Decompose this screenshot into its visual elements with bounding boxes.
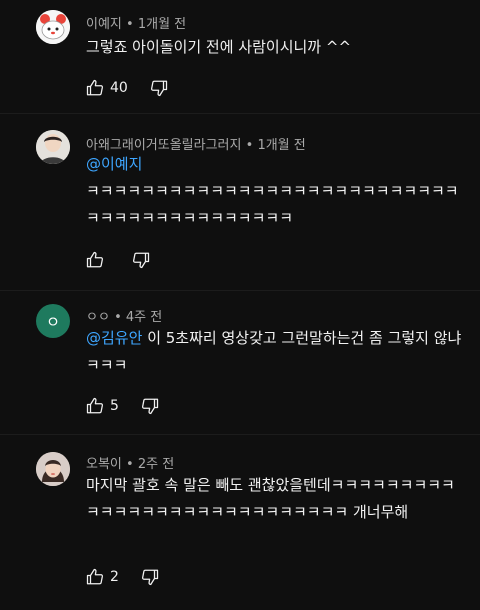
like-button[interactable]: 2 (86, 568, 119, 586)
thumbs-down-icon (132, 252, 150, 269)
comment-actions: 2 (86, 566, 159, 588)
comment-actions: 40 (86, 77, 168, 99)
comment-meta: ㅇㅇ • 4주 전 (86, 306, 162, 325)
dislike-button[interactable] (141, 568, 159, 586)
comment-time[interactable]: 2주 전 (138, 457, 174, 472)
mention-link[interactable]: @김유안 (86, 329, 142, 347)
like-count: 5 (110, 398, 119, 414)
comment-item: ㅇ ㅇㅇ • 4주 전 @김유안 이 5초짜리 영상갖고 그런말하는건 좀 그렇… (0, 292, 480, 426)
comment-text: 마지막 괄호 속 말은 빼도 괜찮았을텐데ㅋㅋㅋㅋㅋㅋㅋㅋㅋㅋㅋㅋㅋㅋㅋㅋㅋㅋㅋ… (86, 472, 460, 526)
meta-separator: • (114, 310, 122, 325)
thumbs-down-icon (150, 80, 167, 97)
comment-meta: 오복이 • 2주 전 (86, 453, 174, 472)
thumbs-up-icon (86, 79, 104, 96)
person-photo-avatar-icon (36, 130, 70, 164)
divider (0, 434, 480, 435)
meta-separator: • (126, 457, 134, 472)
comment-body: 이 5초짜리 영상갖고 그런말하는건 좀 그렇지 않냐ㅋㅋㅋ (86, 329, 462, 374)
avatar[interactable] (36, 10, 70, 44)
like-button[interactable] (86, 251, 110, 269)
comment-actions: 5 (86, 395, 159, 417)
dislike-button[interactable] (141, 397, 159, 415)
avatar-letter: ㅇ (46, 312, 60, 331)
comment-item: 이예지 • 1개월 전 그렇죠 아이돌이기 전에 사람이시니까 ^^ 40 (0, 0, 480, 110)
woman-photo-avatar-icon (36, 452, 70, 486)
meta-separator: • (126, 17, 134, 32)
comment-meta: 이예지 • 1개월 전 (86, 13, 186, 32)
dislike-button[interactable] (132, 251, 150, 269)
thumbs-up-icon (86, 568, 104, 585)
avatar[interactable] (36, 452, 70, 486)
comment-item: 오복이 • 2주 전 마지막 괄호 속 말은 빼도 괜찮았을텐데ㅋㅋㅋㅋㅋㅋㅋㅋ… (0, 440, 480, 610)
comment-author[interactable]: ㅇㅇ (86, 310, 110, 325)
like-button[interactable]: 40 (86, 79, 128, 97)
like-button[interactable]: 5 (86, 397, 119, 415)
avatar[interactable]: ㅇ (36, 304, 70, 338)
comment-body: 마지막 괄호 속 말은 빼도 괜찮았을텐데ㅋㅋㅋㅋㅋㅋㅋㅋㅋㅋㅋㅋㅋㅋㅋㅋㅋㅋㅋ… (86, 476, 455, 521)
avatar[interactable] (36, 130, 70, 164)
comment-time[interactable]: 4주 전 (126, 310, 162, 325)
comment-item: 아왜그래이거또올릴라그러지 • 1개월 전 @이예지 ㅋㅋㅋㅋㅋㅋㅋㅋㅋㅋㅋㅋㅋ… (0, 118, 480, 288)
thumbs-down-icon (141, 569, 159, 586)
sanrio-character-avatar-icon (36, 10, 70, 44)
like-count: 2 (110, 569, 119, 585)
comment-author[interactable]: 오복이 (86, 457, 122, 472)
thumbs-down-icon (141, 398, 159, 415)
mention-link[interactable]: @이예지 (86, 155, 142, 173)
like-count: 40 (110, 80, 128, 96)
divider (0, 290, 480, 291)
comment-text: @이예지 ㅋㅋㅋㅋㅋㅋㅋㅋㅋㅋㅋㅋㅋㅋㅋㅋㅋㅋㅋㅋㅋㅋㅋㅋㅋㅋㅋㅋㅋㅋㅋㅋㅋㅋㅋ… (86, 151, 466, 232)
comment-time[interactable]: 1개월 전 (138, 17, 186, 32)
thumbs-up-icon (86, 251, 104, 268)
comment-text: 그렇죠 아이돌이기 전에 사람이시니까 ^^ (86, 34, 466, 61)
divider (0, 113, 480, 114)
comment-text: @김유안 이 5초짜리 영상갖고 그런말하는건 좀 그렇지 않냐ㅋㅋㅋ (86, 325, 466, 379)
comment-body: ㅋㅋㅋㅋㅋㅋㅋㅋㅋㅋㅋㅋㅋㅋㅋㅋㅋㅋㅋㅋㅋㅋㅋㅋㅋㅋㅋㅋㅋㅋㅋㅋㅋㅋㅋㅋㅋㅋㅋㅋ… (86, 182, 459, 227)
comment-actions (86, 249, 150, 271)
comment-body: 그렇죠 아이돌이기 전에 사람이시니까 ^^ (86, 38, 352, 56)
thumbs-up-icon (86, 397, 104, 414)
dislike-button[interactable] (150, 79, 168, 97)
comment-author[interactable]: 이예지 (86, 17, 122, 32)
